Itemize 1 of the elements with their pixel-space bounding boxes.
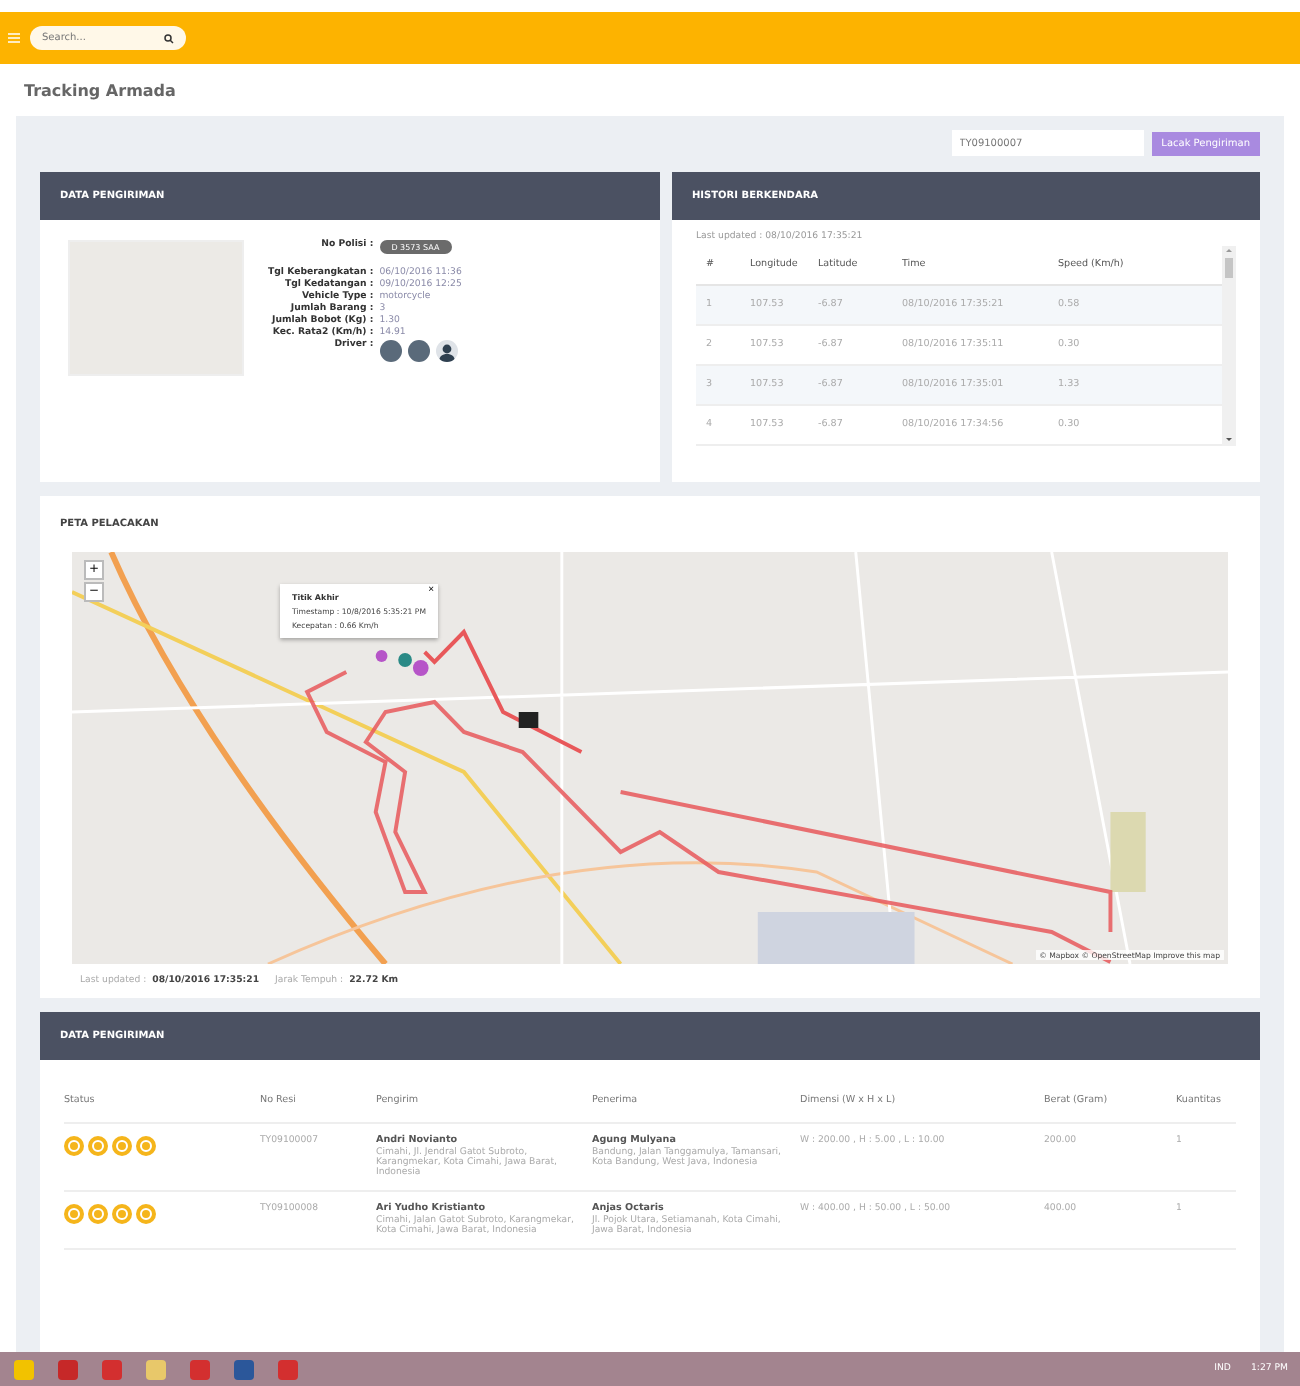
page-title: Tracking Armada <box>22 79 178 104</box>
